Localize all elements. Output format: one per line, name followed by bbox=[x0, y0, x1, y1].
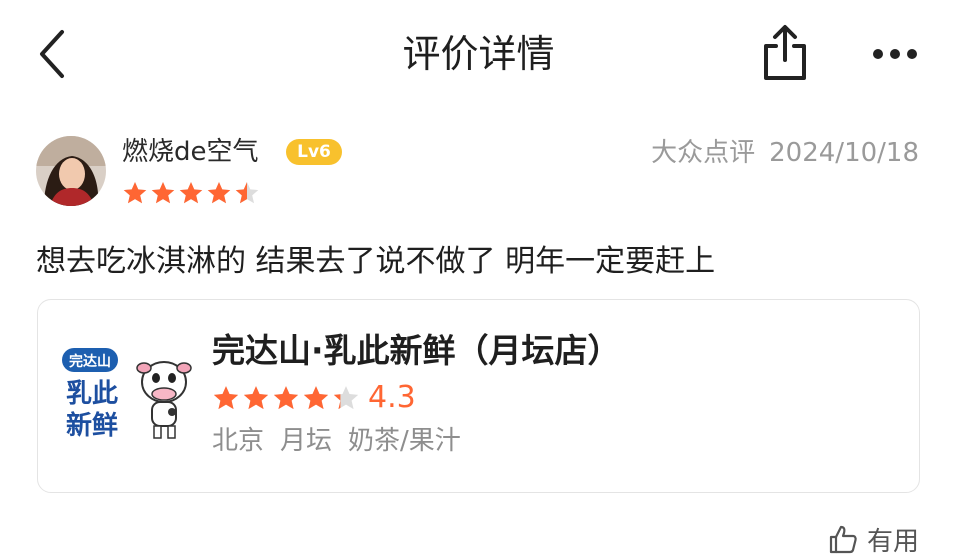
shop-category: 奶茶/果汁 bbox=[348, 426, 461, 456]
review-meta: 大众点评 2024/10/18 bbox=[651, 136, 919, 170]
shop-tags: 北京 月坛 奶茶/果汁 bbox=[212, 424, 477, 458]
shop-name[interactable]: 完达山·乳此新鲜（月坛店） bbox=[212, 328, 621, 374]
username[interactable]: 燃烧de空气 bbox=[122, 134, 259, 170]
more-button[interactable] bbox=[864, 34, 926, 74]
avatar-image bbox=[36, 136, 106, 206]
thumbs-up-icon bbox=[829, 525, 857, 554]
star-icon bbox=[123, 181, 147, 204]
shop-score: 4.3 bbox=[368, 380, 416, 415]
level-badge: Lv6 bbox=[286, 139, 342, 165]
share-button[interactable] bbox=[756, 22, 814, 82]
star-icon bbox=[179, 181, 203, 204]
shop-star-rating bbox=[212, 384, 360, 412]
shop-city: 北京 bbox=[212, 426, 265, 456]
back-button[interactable] bbox=[30, 26, 80, 82]
review-date: 2024/10/18 bbox=[769, 138, 919, 168]
user-avatar[interactable] bbox=[36, 136, 106, 206]
user-star-rating bbox=[122, 180, 260, 206]
review-source: 大众点评 bbox=[651, 138, 756, 168]
header-bar: 评价详情 bbox=[0, 0, 957, 110]
logo-line-2: 新鲜 bbox=[66, 410, 118, 441]
review-text: 想去吃冰淇淋的 结果去了说不做了 明年一定要赶上 bbox=[36, 244, 716, 279]
star-icon bbox=[243, 386, 269, 410]
logo-brand-text: 完达山 bbox=[69, 353, 111, 370]
share-icon bbox=[764, 25, 806, 80]
cow-mascot-icon bbox=[136, 361, 192, 439]
logo-line-1: 乳此 bbox=[66, 379, 118, 409]
star-icon bbox=[333, 386, 359, 410]
useful-label: 有用 bbox=[866, 526, 919, 557]
useful-button[interactable]: 有用 bbox=[827, 520, 919, 558]
shop-district: 月坛 bbox=[280, 426, 333, 456]
star-icon bbox=[303, 386, 329, 410]
star-icon bbox=[213, 386, 239, 410]
shop-card[interactable]: 完达山 乳此 新鲜 完达山·乳此新鲜（月坛店） 4.3 北京 月坛 奶茶/果汁 bbox=[37, 299, 920, 493]
shop-logo: 完达山 乳此 新鲜 bbox=[62, 344, 192, 444]
back-arrow-icon bbox=[40, 30, 64, 78]
star-icon bbox=[273, 386, 299, 410]
more-icon bbox=[873, 49, 917, 59]
star-icon bbox=[235, 181, 259, 204]
shop-rating: 4.3 bbox=[212, 382, 416, 414]
star-icon bbox=[207, 181, 231, 204]
star-icon bbox=[151, 181, 175, 204]
